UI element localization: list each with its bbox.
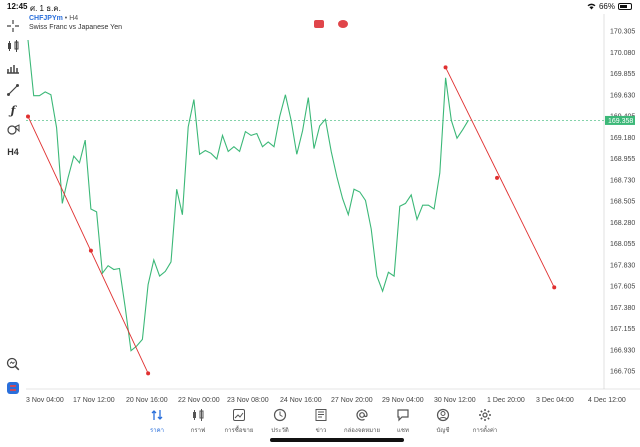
price-label: 166.930 [610, 347, 635, 354]
crosshair-icon[interactable] [5, 18, 21, 34]
price-label: 170.080 [610, 50, 635, 57]
time-label: 29 Nov 04:00 [382, 397, 424, 404]
trade-panel-icon[interactable] [5, 380, 21, 396]
price-label: 169.855 [610, 71, 635, 78]
trend-line-point[interactable] [552, 285, 557, 290]
nav-settings[interactable]: การตั้งค่า [465, 408, 505, 435]
objects-icon[interactable] [5, 122, 21, 138]
indicators-icon[interactable] [5, 60, 21, 76]
nav-chat[interactable]: แชท [383, 408, 423, 435]
price-label: 168.280 [610, 220, 635, 227]
price-series-line [27, 39, 469, 352]
time-label: 27 Nov 20:00 [331, 397, 373, 404]
time-label: 22 Nov 00:00 [178, 397, 220, 404]
price-label: 166.705 [610, 369, 635, 376]
price-label: 167.155 [610, 326, 635, 333]
nav-quotes[interactable]: ราคา [137, 408, 177, 435]
nav-label: บัญชี [436, 428, 450, 434]
time-label: 23 Nov 08:00 [227, 397, 269, 404]
trend-line[interactable] [27, 116, 149, 374]
nav-history[interactable]: ประวัติ [260, 408, 300, 435]
chart-icon [193, 409, 204, 421]
price-label: 167.605 [610, 284, 635, 291]
trend-line-point[interactable] [146, 371, 151, 376]
nav-label: กล่องจดหมาย [343, 428, 381, 434]
price-label: 167.380 [610, 305, 635, 312]
home-indicator[interactable] [270, 438, 404, 442]
nav-label: การซื้อขาย [224, 428, 254, 434]
price-label: 168.055 [610, 241, 635, 248]
battery-icon [618, 3, 632, 10]
left-toolbar: ƒ H4 [0, 14, 26, 404]
mailbox-icon [356, 409, 368, 421]
price-label: 169.180 [610, 135, 635, 142]
time-label: 3 Dec 04:00 [536, 397, 574, 404]
status-right: 66% [587, 2, 632, 11]
price-label: 170.305 [610, 29, 635, 36]
trend-line[interactable] [445, 67, 555, 288]
time-label: 17 Nov 12:00 [73, 397, 115, 404]
trend-line-point[interactable] [88, 248, 93, 253]
history-icon [273, 408, 287, 422]
trend-line-point[interactable] [495, 175, 500, 180]
chat-icon [397, 409, 409, 422]
settings-icon [479, 409, 491, 421]
time-label: 24 Nov 16:00 [280, 397, 322, 404]
trend-line-point[interactable] [26, 114, 30, 119]
current-price-value: 169.358 [608, 118, 633, 125]
lines-icon[interactable] [5, 82, 21, 98]
price-label: 168.505 [610, 199, 635, 206]
nav-label: ราคา [150, 428, 164, 434]
status-bar: 12:45 ศ. 1 ธ.ค. 66% [0, 0, 640, 13]
nav-label: กราฟ [190, 428, 206, 434]
function-icon[interactable]: ƒ [5, 102, 21, 118]
time-label: 30 Nov 12:00 [434, 397, 476, 404]
price-label: 168.730 [610, 177, 635, 184]
nav-label: ประวัติ [271, 428, 289, 434]
nav-news[interactable]: ข่าว [301, 408, 341, 435]
nav-chart[interactable]: กราฟ [178, 408, 218, 435]
time-label: 20 Nov 16:00 [126, 397, 168, 404]
nav-label: ข่าว [315, 428, 327, 434]
price-label: 168.955 [610, 156, 635, 163]
trend-line-point[interactable] [443, 65, 448, 70]
status-time: 12:45 [7, 2, 28, 11]
account-icon [436, 408, 450, 422]
time-label: 4 Dec 12:00 [588, 397, 626, 404]
battery-percent: 66% [598, 2, 615, 11]
time-label: 3 Nov 04:00 [26, 397, 64, 404]
wifi-icon [587, 3, 596, 10]
price-chart[interactable]: 170.305170.080169.855169.630169.405169.1… [26, 14, 640, 404]
news-icon [315, 409, 327, 421]
quotes-icon [151, 410, 163, 420]
candles-icon[interactable] [5, 38, 21, 54]
chart-canvas[interactable]: 170.305170.080169.855169.630169.405169.1… [26, 14, 640, 404]
nav-label: การตั้งค่า [472, 428, 498, 434]
nav-account[interactable]: บัญชี [423, 408, 463, 435]
time-label: 1 Dec 20:00 [487, 397, 525, 404]
price-label: 169.630 [610, 92, 635, 99]
trade-icon [233, 409, 245, 421]
nav-trade[interactable]: การซื้อขาย [219, 408, 259, 435]
nav-mailbox[interactable]: กล่องจดหมาย [342, 408, 382, 435]
timeframe-button[interactable]: H4 [5, 144, 21, 160]
price-label: 167.830 [610, 262, 635, 269]
nav-label: แชท [397, 428, 409, 434]
zoom-icon[interactable] [5, 356, 21, 372]
